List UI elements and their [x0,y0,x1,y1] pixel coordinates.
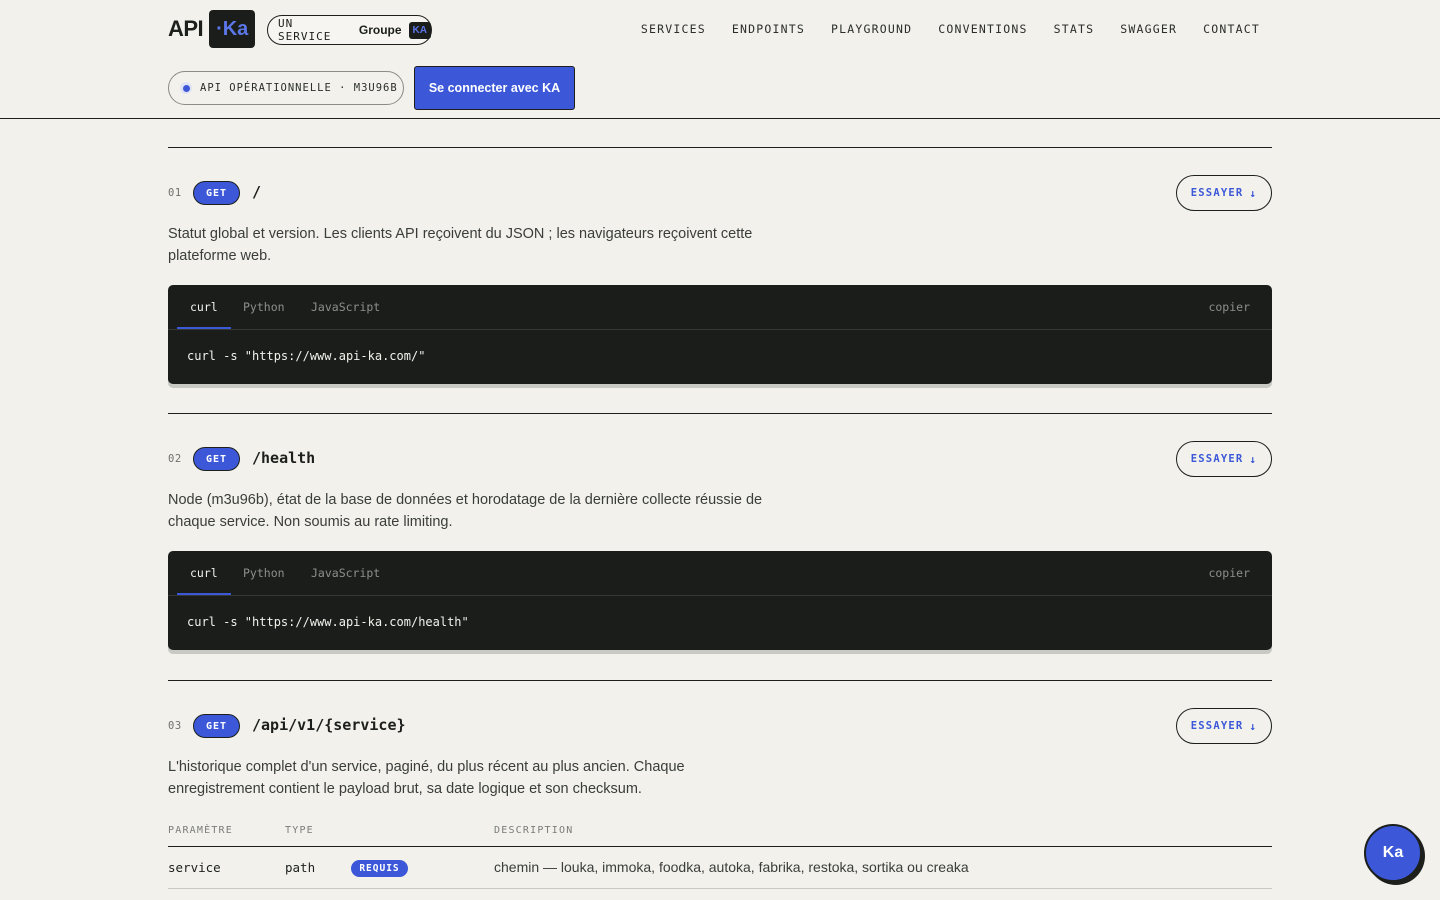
endpoint-path: /api/v1/{service} [252,716,406,734]
tab-javascript[interactable]: JavaScript [311,300,380,314]
nav-conventions[interactable]: CONVENTIONS [938,22,1027,36]
nav-playground[interactable]: PLAYGROUND [831,22,912,36]
param-description: chemin — louka, immoka, foodka, autoka, … [494,859,969,875]
endpoint-path: /health [252,449,316,467]
column-header-description: DESCRIPTION [494,825,574,836]
endpoint-header: 02 GET /health ESSAYER ↓ [168,441,1272,477]
main-nav: SERVICES ENDPOINTS PLAYGROUND CONVENTION… [641,22,1260,36]
api-status-badge: API OPÉRATIONNELLE · M3U96B [168,71,404,105]
nav-services[interactable]: SERVICES [641,22,706,36]
code-line: curl -s "https://www.api-ka.com/" [187,349,426,363]
endpoint-path: / [252,183,262,201]
try-button-label: ESSAYER [1190,187,1244,199]
endpoint-description: Statut global et version. Les clients AP… [168,226,753,264]
nav-swagger[interactable]: SWAGGER [1120,22,1177,36]
code-tabs: curl Python JavaScript copier [168,285,1272,330]
ka-assistant-button[interactable]: Ka [1364,824,1422,882]
site-header: API ·Ka UN SERVICE Groupe KA SERVICES EN… [0,0,1440,119]
service-label: UN SERVICE [278,17,332,43]
required-badge: REQUIS [351,860,408,877]
endpoint-header: 03 GET /api/v1/{service} ESSAYER ↓ [168,708,1272,744]
code-sample: curl Python JavaScript copier curl -s "h… [168,285,1272,384]
logo-badge: ·Ka [209,10,256,48]
code-tabs: curl Python JavaScript copier [168,551,1272,596]
code-line: curl -s "https://www.api-ka.com/health" [187,615,469,629]
endpoint-description: L'historique complet d'un service, pagin… [168,759,685,797]
copy-button[interactable]: copier [1208,300,1250,314]
login-button[interactable]: Se connecter avec KA [414,66,575,110]
tab-curl[interactable]: curl [190,300,218,314]
service-group-badge: KA [408,21,431,39]
tab-python[interactable]: Python [243,566,285,580]
service-group: Groupe [358,23,402,37]
params-table: PARAMÈTRE TYPE DESCRIPTION service path … [168,824,1272,889]
status-dot-icon [180,82,192,94]
nav-contact[interactable]: CONTACT [1203,22,1260,36]
endpoint-number: 02 [168,453,182,465]
active-tab-indicator [177,327,231,329]
endpoint-number: 03 [168,720,182,732]
status-text: API OPÉRATIONNELLE · M3U96B [200,82,398,94]
param-name: service [168,860,221,875]
arrow-down-icon: ↓ [1249,719,1258,733]
copy-button[interactable]: copier [1208,566,1250,580]
nav-endpoints[interactable]: ENDPOINTS [732,22,805,36]
arrow-down-icon: ↓ [1249,186,1258,200]
nav-stats[interactable]: STATS [1054,22,1095,36]
try-button[interactable]: ESSAYER ↓ [1176,708,1272,744]
params-table-header: PARAMÈTRE TYPE DESCRIPTION [168,824,1272,847]
logo-text: API [168,16,204,41]
endpoint-number: 01 [168,187,182,199]
tab-curl[interactable]: curl [190,566,218,580]
try-button[interactable]: ESSAYER ↓ [1176,175,1272,211]
logo[interactable]: API ·Ka [168,10,256,48]
active-tab-indicator [177,593,231,595]
arrow-down-icon: ↓ [1249,452,1258,466]
column-header-type: TYPE [285,825,314,836]
table-row: service path REQUIS chemin — louka, immo… [168,847,1272,889]
endpoint-section: 03 GET /api/v1/{service} ESSAYER ↓ L'his… [168,680,1272,820]
code-sample: curl Python JavaScript copier curl -s "h… [168,551,1272,650]
try-button[interactable]: ESSAYER ↓ [1176,441,1272,477]
endpoint-section: 02 GET /health ESSAYER ↓ Node (m3u96b), … [168,413,1272,680]
tab-javascript[interactable]: JavaScript [311,566,380,580]
param-type: path [285,860,316,875]
column-header-parameter: PARAMÈTRE [168,825,233,836]
try-button-label: ESSAYER [1190,453,1244,465]
method-badge: GET [193,181,240,205]
tab-python[interactable]: Python [243,300,285,314]
endpoint-description: Node (m3u96b), état de la base de donnée… [168,492,763,530]
endpoint-header: 01 GET / ESSAYER ↓ [168,175,1272,211]
method-badge: GET [193,714,240,738]
endpoint-section: 01 GET / ESSAYER ↓ Statut global et vers… [168,147,1272,413]
try-button-label: ESSAYER [1190,720,1244,732]
method-badge: GET [193,447,240,471]
service-badge[interactable]: UN SERVICE Groupe KA [267,15,432,45]
